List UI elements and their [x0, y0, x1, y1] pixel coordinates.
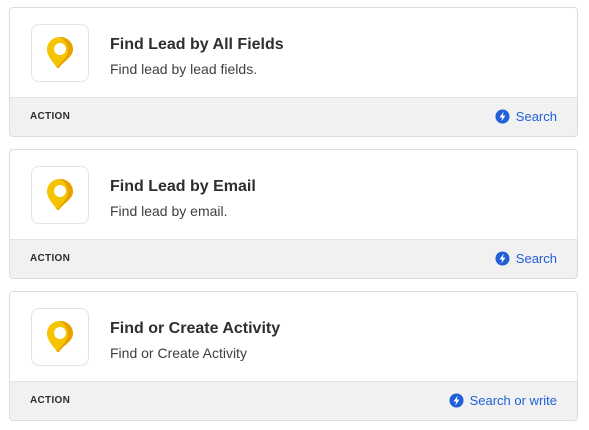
- action-kind-label: Search: [515, 251, 557, 266]
- action-card-footer: ACTION Search: [10, 239, 577, 278]
- action-card-footer: ACTION Search: [10, 97, 577, 136]
- bolt-icon: [495, 251, 510, 266]
- action-card-header: Find Lead by Email Find lead by email.: [10, 150, 577, 240]
- action-card-footer: ACTION Search or write: [10, 381, 577, 420]
- action-description: Find or Create Activity: [110, 345, 247, 361]
- action-kind: Search: [495, 251, 557, 266]
- action-kind-label: Search or write: [469, 393, 557, 408]
- action-type-label: ACTION: [30, 395, 71, 406]
- app-logo: [31, 24, 89, 82]
- action-title: Find Lead by Email: [110, 178, 256, 195]
- app-logo: [31, 166, 89, 224]
- location-pin-icon: [47, 37, 73, 68]
- action-type-label: ACTION: [30, 111, 71, 122]
- action-card-find-lead-by-email[interactable]: Find Lead by Email Find lead by email. A…: [9, 149, 578, 279]
- action-kind-label: Search: [515, 109, 557, 124]
- action-title: Find or Create Activity: [110, 320, 281, 337]
- action-card-find-or-create-activity[interactable]: Find or Create Activity Find or Create A…: [9, 291, 578, 421]
- location-pin-icon: [47, 179, 73, 210]
- app-logo: [31, 308, 89, 366]
- action-kind: Search or write: [449, 393, 557, 408]
- action-card-find-lead-by-all-fields[interactable]: Find Lead by All Fields Find lead by lea…: [9, 7, 578, 137]
- action-type-label: ACTION: [30, 253, 71, 264]
- bolt-icon: [495, 109, 510, 124]
- action-description: Find lead by lead fields.: [110, 61, 258, 77]
- action-card-header: Find or Create Activity Find or Create A…: [10, 292, 577, 382]
- action-kind: Search: [495, 109, 557, 124]
- action-description: Find lead by email.: [110, 203, 228, 219]
- action-card-header: Find Lead by All Fields Find lead by lea…: [10, 8, 577, 98]
- action-title: Find Lead by All Fields: [110, 36, 284, 53]
- action-list: Find Lead by All Fields Find lead by lea…: [0, 0, 589, 430]
- bolt-icon: [449, 393, 464, 408]
- location-pin-icon: [47, 321, 73, 352]
